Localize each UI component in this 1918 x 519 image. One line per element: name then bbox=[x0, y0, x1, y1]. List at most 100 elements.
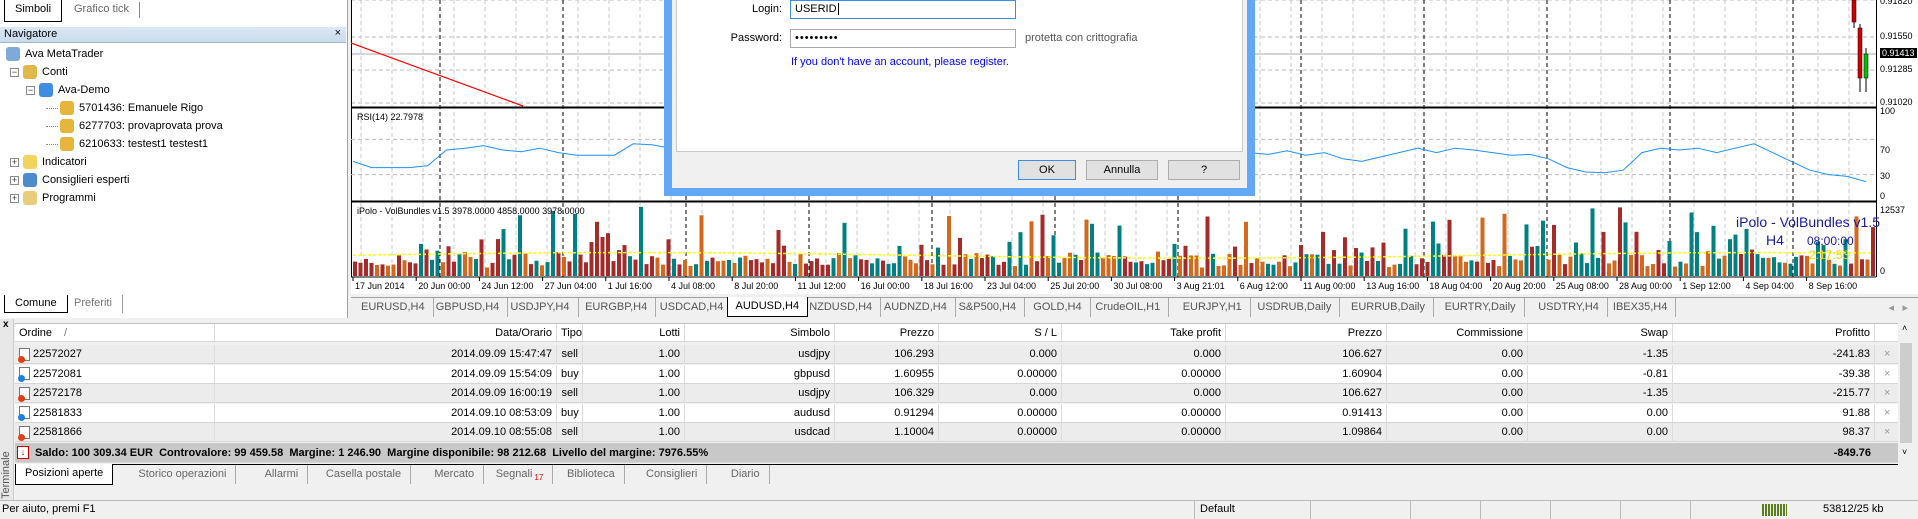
column-header[interactable]: Lotti bbox=[583, 324, 685, 343]
login-input[interactable]: USERID bbox=[790, 0, 1016, 19]
tab-symbol[interactable]: EURTRY,Daily bbox=[1437, 298, 1525, 317]
column-header[interactable]: Tipo bbox=[557, 324, 583, 343]
tab-terminal[interactable]: Posizioni aperte bbox=[15, 464, 114, 485]
tabs-scroll-right-icon[interactable]: ▸ bbox=[1902, 301, 1908, 314]
tab-symbol[interactable]: NZDUSD,H4 bbox=[801, 298, 882, 317]
close-icon[interactable]: × bbox=[335, 27, 341, 39]
table-row[interactable]: 22572081 2014.09.09 15:54:09 buy 1.00 gbpusd… bbox=[15, 364, 1898, 384]
collapse-icon[interactable]: − bbox=[10, 67, 19, 77]
expand-icon[interactable]: + bbox=[10, 193, 19, 203]
scroll-down-icon[interactable]: ˅ bbox=[1902, 447, 1907, 457]
time-axis-label: 25 Aug 08:00 bbox=[1555, 281, 1609, 291]
register-link[interactable]: If you don't have an account, please reg… bbox=[791, 56, 1009, 68]
volume-bar bbox=[468, 256, 473, 276]
volume-bar bbox=[705, 260, 709, 276]
expand-icon[interactable]: + bbox=[10, 157, 19, 167]
close-order-icon[interactable]: × bbox=[1884, 368, 1890, 380]
tab-symbol[interactable]: S&P500,H4 bbox=[951, 298, 1026, 317]
tree-item[interactable]: − Ava-Demo bbox=[26, 81, 110, 99]
tab-symbol[interactable]: AUDUSD,H4 bbox=[726, 297, 809, 317]
volume-bar bbox=[1442, 254, 1446, 276]
cancel-button[interactable]: Annulla bbox=[1086, 160, 1158, 180]
column-header[interactable]: Ordine / bbox=[15, 324, 215, 343]
tab-terminal[interactable]: Consiglieri bbox=[637, 465, 708, 484]
close-icon[interactable]: x bbox=[3, 319, 9, 330]
tab-terminal[interactable]: Storico operazioni bbox=[129, 465, 237, 484]
tab-symbol[interactable]: EURGBP,H4 bbox=[577, 298, 657, 317]
tab-symbol[interactable]: USDRUB,Daily bbox=[1249, 298, 1341, 317]
tree-item[interactable]: + Consiglieri esperti bbox=[10, 171, 129, 189]
scroll-thumb[interactable] bbox=[1900, 343, 1912, 443]
tree-item[interactable]: Ava MetaTrader bbox=[6, 45, 103, 63]
tab-symbol[interactable]: EURUSD,H4 bbox=[353, 298, 434, 317]
summary-expand-icon[interactable]: ↓ bbox=[17, 446, 29, 459]
volume-bar bbox=[1024, 264, 1028, 276]
tree-item[interactable]: 6277703: provaprovata prova bbox=[46, 117, 223, 135]
tree-item[interactable]: + Programmi bbox=[10, 189, 96, 207]
close-order-icon[interactable]: × bbox=[1884, 348, 1890, 360]
table-row[interactable]: 22572027 2014.09.09 15:47:47 sell 1.00 usdjp… bbox=[15, 345, 1898, 364]
table-row[interactable]: 22581866 2014.09.10 08:55:08 sell 1.00 usdca… bbox=[15, 423, 1898, 442]
tab-comune[interactable]: Comune bbox=[4, 295, 68, 313]
tab-terminal[interactable]: Biblioteca bbox=[558, 465, 625, 484]
cell-simbolo: audusd bbox=[685, 403, 835, 423]
tab-symbol[interactable]: EURJPY,H1 bbox=[1175, 298, 1251, 317]
tree-item[interactable]: 5701436: Emanuele Rigo bbox=[46, 99, 203, 117]
table-row[interactable]: 22581833 2014.09.10 08:53:09 buy 1.00 audusd… bbox=[15, 403, 1898, 423]
tab-symbol[interactable]: GOLD,H4 bbox=[1025, 298, 1091, 317]
cell-value: 1.60904 bbox=[1342, 367, 1382, 380]
tab-terminal[interactable]: Casella postale bbox=[317, 465, 412, 484]
tabs-scroll-left-icon[interactable]: ◂ bbox=[1888, 301, 1894, 314]
password-input[interactable]: ••••••••• bbox=[790, 29, 1016, 48]
cell-value: 106.329 bbox=[894, 387, 934, 399]
column-header-label: Take profit bbox=[1170, 327, 1221, 339]
tab-terminal[interactable]: Allarmi bbox=[256, 465, 309, 484]
close-order-icon[interactable]: × bbox=[1884, 407, 1890, 419]
tab-terminal[interactable]: Diario bbox=[722, 465, 770, 484]
indicator-icon bbox=[23, 155, 37, 170]
close-order-icon[interactable]: × bbox=[1884, 387, 1890, 399]
column-header[interactable]: Prezzo bbox=[835, 324, 939, 343]
collapse-icon[interactable]: − bbox=[26, 85, 35, 95]
tab-terminal[interactable]: Mercato bbox=[425, 465, 485, 484]
tab-symbol[interactable]: AUDNZD,H4 bbox=[876, 298, 956, 317]
tab-symbol[interactable]: GBPUSD,H4 bbox=[428, 298, 509, 317]
volume-bar bbox=[1810, 263, 1815, 276]
column-header[interactable]: Profitto bbox=[1673, 324, 1875, 343]
column-header[interactable]: S / L bbox=[939, 324, 1062, 343]
volume-bar bbox=[716, 261, 720, 276]
column-header[interactable]: Take profit bbox=[1062, 324, 1226, 343]
expand-icon[interactable]: + bbox=[10, 175, 19, 185]
column-header[interactable]: Commissione bbox=[1387, 324, 1528, 343]
tab-simboli[interactable]: Simboli bbox=[4, 0, 63, 22]
close-order-icon[interactable]: × bbox=[1884, 426, 1890, 438]
ok-button[interactable]: OK bbox=[1018, 160, 1076, 180]
tab-preferiti[interactable]: Preferiti bbox=[64, 295, 123, 313]
tab-symbol[interactable]: EURRUB,Daily bbox=[1343, 298, 1434, 317]
tab-symbol[interactable]: IBEX35,H4 bbox=[1605, 298, 1677, 317]
tab-symbol[interactable]: USDCAD,H4 bbox=[652, 298, 733, 317]
tab-terminal[interactable]: Segnali 17 bbox=[487, 465, 554, 484]
column-header-label: S / L bbox=[1034, 327, 1057, 339]
tree-item[interactable]: + Indicatori bbox=[10, 153, 87, 171]
table-scrollbar[interactable]: ˄ ˅ bbox=[1899, 323, 1913, 461]
help-button[interactable]: ? bbox=[1168, 160, 1240, 180]
tab-symbol[interactable]: CrudeOIL,H1 bbox=[1087, 298, 1170, 317]
column-header[interactable]: Swap bbox=[1528, 324, 1673, 343]
tab-grafico-tick[interactable]: Grafico tick bbox=[64, 2, 141, 18]
volume-bar bbox=[1420, 258, 1424, 276]
cell-ordine: 22572178 bbox=[15, 384, 215, 403]
tab-symbol[interactable]: USDJPY,H4 bbox=[502, 298, 579, 317]
tree-item[interactable]: − Conti bbox=[10, 63, 68, 81]
tab-symbol[interactable]: USDTRY,H4 bbox=[1530, 298, 1608, 317]
scroll-up-icon[interactable]: ˄ bbox=[1902, 323, 1907, 333]
buy-order-icon bbox=[18, 367, 30, 383]
column-header[interactable]: Simbolo bbox=[685, 324, 835, 343]
table-row[interactable]: 22572178 2014.09.09 16:00:19 sell 1.00 usdjp… bbox=[15, 384, 1898, 403]
cell-prezzo: 1.09864 bbox=[1226, 423, 1387, 442]
volume-bar bbox=[1365, 261, 1369, 276]
column-header[interactable]: Data/Orario bbox=[215, 324, 557, 343]
cell-value: 0.00 bbox=[1501, 406, 1523, 419]
column-header[interactable]: Prezzo bbox=[1226, 324, 1387, 343]
tree-item[interactable]: 6210633: testest1 testest1 bbox=[46, 135, 208, 153]
